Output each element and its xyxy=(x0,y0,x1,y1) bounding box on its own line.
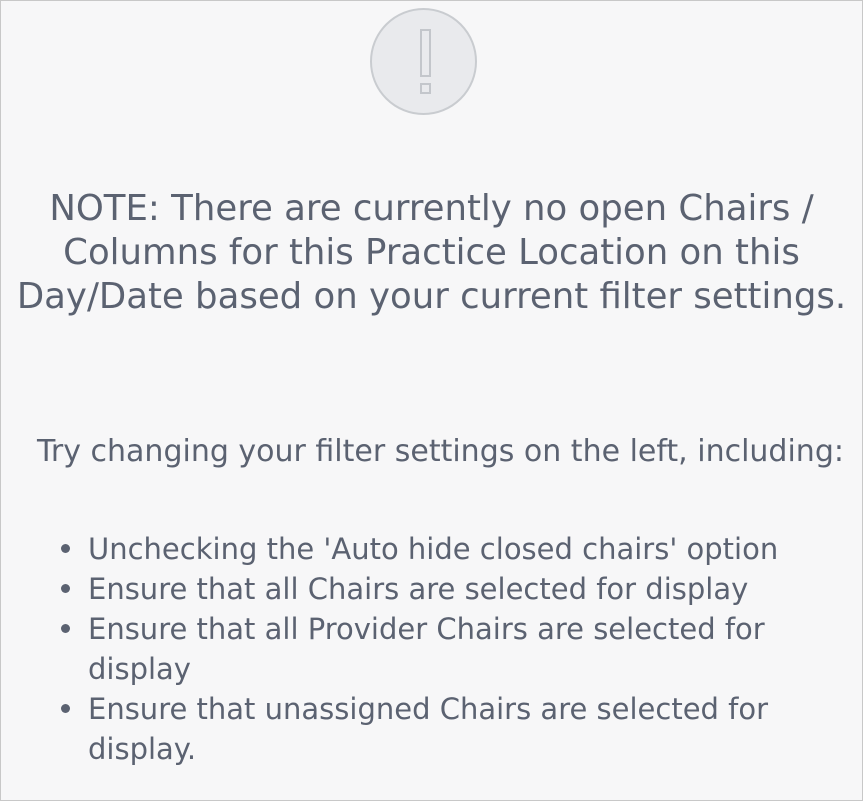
list-item-text: Ensure that unassigned Chairs are select… xyxy=(88,692,769,766)
list-item: Ensure that all Chairs are selected for … xyxy=(61,569,828,609)
bullet-icon xyxy=(61,704,70,713)
list-item-text: Unchecking the 'Auto hide closed chairs'… xyxy=(88,532,779,566)
list-item: Ensure that all Provider Chairs are sele… xyxy=(61,609,828,689)
no-open-chairs-note: NOTE: There are currently no open Chairs… xyxy=(16,188,847,317)
list-item: Ensure that unassigned Chairs are select… xyxy=(61,689,828,769)
bullet-icon xyxy=(61,624,70,633)
filter-tips-list: Unchecking the 'Auto hide closed chairs'… xyxy=(61,529,828,769)
bullet-icon xyxy=(61,544,70,553)
list-item: Unchecking the 'Auto hide closed chairs'… xyxy=(61,529,828,569)
exclamation-icon xyxy=(370,8,477,115)
list-item-text: Ensure that all Chairs are selected for … xyxy=(88,572,749,606)
bullet-icon xyxy=(61,584,70,593)
exclamation-glyph xyxy=(420,29,431,94)
filter-instruction: Try changing your filter settings on the… xyxy=(37,434,844,469)
no-chairs-panel: NOTE: There are currently no open Chairs… xyxy=(0,0,863,801)
list-item-text: Ensure that all Provider Chairs are sele… xyxy=(88,612,765,686)
